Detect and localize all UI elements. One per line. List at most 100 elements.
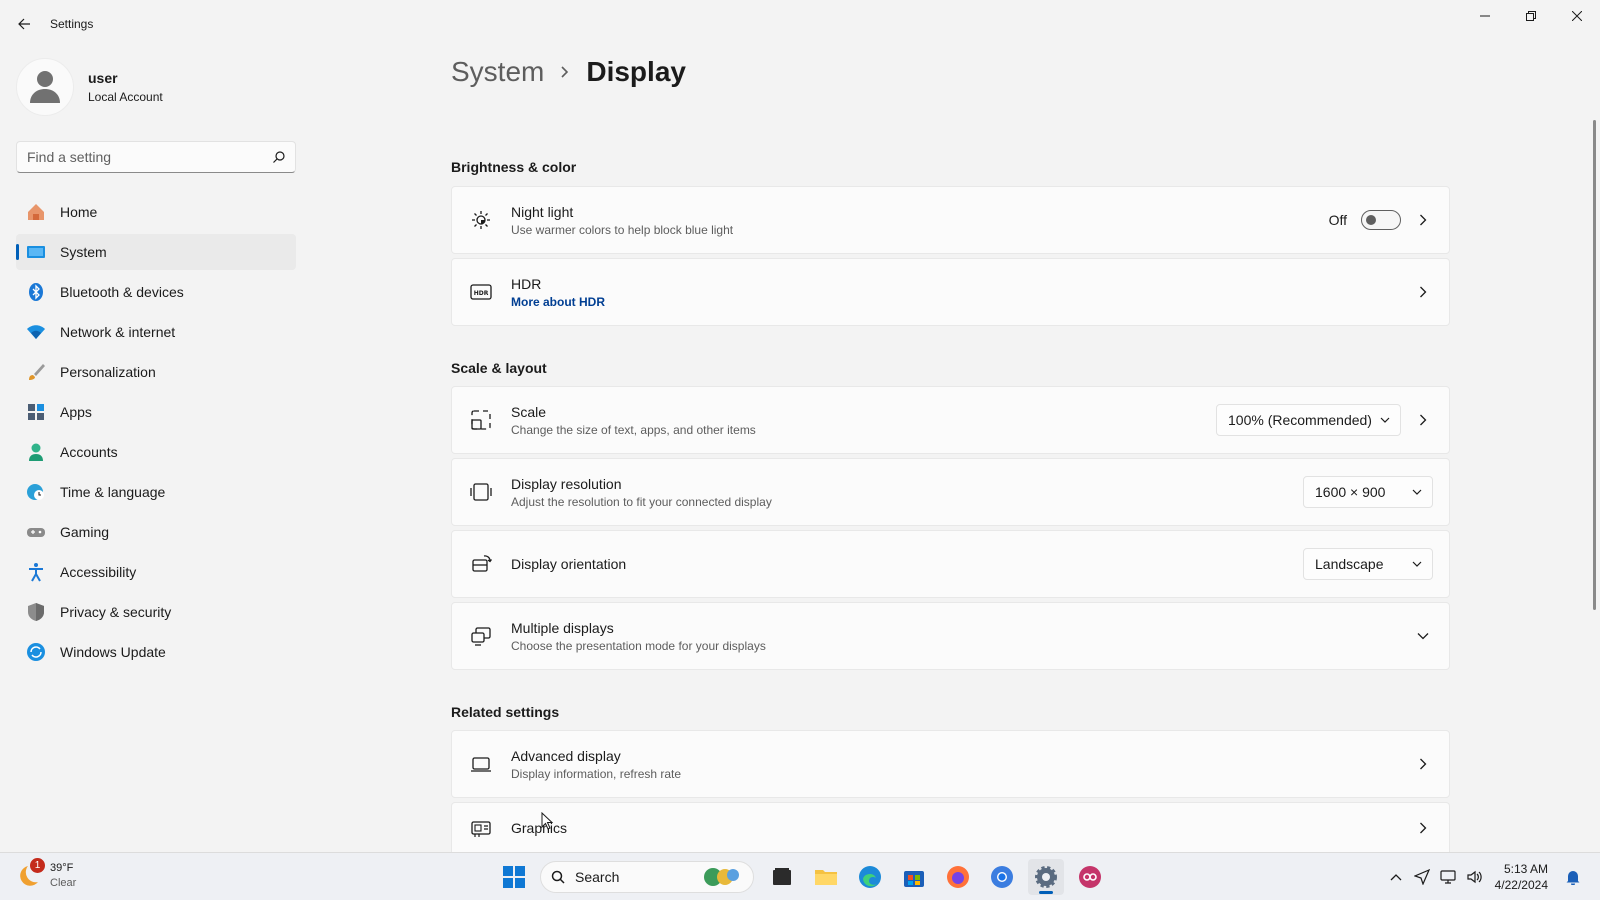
location-arrow-icon xyxy=(1413,869,1430,885)
advanced-display-row[interactable]: Advanced display Display information, re… xyxy=(451,730,1450,798)
orientation-title: Display orientation xyxy=(511,556,627,572)
folder-icon xyxy=(815,870,837,885)
store-icon xyxy=(904,871,924,887)
brush-icon xyxy=(26,362,46,382)
sidebar-item-bluetooth[interactable]: Bluetooth & devices xyxy=(16,274,296,310)
back-arrow-icon xyxy=(18,18,30,30)
resolution-subtitle: Adjust the resolution to fit your connec… xyxy=(511,494,772,509)
start-button[interactable] xyxy=(496,859,532,895)
sidebar-item-home[interactable]: Home xyxy=(16,194,296,230)
sidebar-item-accessibility[interactable]: Accessibility xyxy=(16,554,296,590)
bluetooth-icon xyxy=(26,282,46,302)
volume-tray-button[interactable] xyxy=(1461,862,1487,892)
notifications-button[interactable] xyxy=(1560,862,1586,892)
system-icon xyxy=(26,242,46,262)
restore-button[interactable] xyxy=(1508,0,1554,32)
orientation-dropdown[interactable]: Landscape xyxy=(1303,548,1433,580)
night-light-subtitle: Use warmer colors to help block blue lig… xyxy=(511,222,734,237)
user-profile[interactable]: user Local Account xyxy=(16,58,163,116)
chevron-down-icon xyxy=(1412,489,1422,495)
recording-app-button[interactable] xyxy=(1072,859,1108,895)
apps-icon xyxy=(26,402,46,422)
multiple-displays-row[interactable]: Multiple displays Choose the presentatio… xyxy=(451,602,1450,670)
sidebar-item-label: Accounts xyxy=(60,444,118,460)
chrome-button[interactable] xyxy=(984,859,1020,895)
sidebar-item-system[interactable]: System xyxy=(16,234,296,270)
tray-overflow-button[interactable] xyxy=(1383,862,1409,892)
window-controls xyxy=(1462,0,1600,32)
resolution-dropdown-value: 1600 × 900 xyxy=(1315,484,1386,500)
file-explorer-button[interactable] xyxy=(808,859,844,895)
hdr-title: HDR xyxy=(511,275,542,292)
speaker-icon xyxy=(1467,870,1482,884)
night-light-toggle-label: Off xyxy=(1328,212,1347,228)
weather-widget[interactable]: 1 39°F Clear xyxy=(18,858,76,891)
edge-button[interactable] xyxy=(852,859,888,895)
hdr-row[interactable]: HDR HDR More about HDR xyxy=(451,258,1450,326)
clock-date: 4/22/2024 xyxy=(1494,878,1548,892)
vertical-scrollbar[interactable] xyxy=(1593,120,1596,610)
minimize-icon xyxy=(1480,15,1490,17)
scale-title: Scale xyxy=(511,403,547,420)
night-light-title: Night light xyxy=(511,203,574,220)
chevron-right-icon xyxy=(1411,280,1435,304)
accounts-icon xyxy=(26,442,46,462)
back-button[interactable] xyxy=(12,12,36,36)
weather-badge: 1 xyxy=(30,858,45,873)
sidebar-item-label: Windows Update xyxy=(60,644,166,660)
store-button[interactable] xyxy=(896,859,932,895)
settings-app-button[interactable] xyxy=(1028,859,1064,895)
resolution-dropdown[interactable]: 1600 × 900 xyxy=(1303,476,1433,508)
system-tray: 5:13 AM 4/22/2024 xyxy=(1383,861,1586,893)
night-light-row[interactable]: Night light Use warmer colors to help bl… xyxy=(451,186,1450,254)
firefox-button[interactable] xyxy=(940,859,976,895)
sidebar-item-personalization[interactable]: Personalization xyxy=(16,354,296,390)
brightness-icon xyxy=(469,208,493,232)
sidebar-item-accounts[interactable]: Accounts xyxy=(16,434,296,470)
search-icon xyxy=(273,151,285,163)
edge-browser-icon xyxy=(859,866,881,888)
section-title-brightness: Brightness & color xyxy=(451,159,577,175)
search-highlight-icon xyxy=(704,868,739,886)
section-title-related: Related settings xyxy=(451,704,560,720)
sidebar-item-gaming[interactable]: Gaming xyxy=(16,514,296,550)
sidebar-item-label: Network & internet xyxy=(60,324,176,340)
minimize-button[interactable] xyxy=(1462,0,1508,32)
close-button[interactable] xyxy=(1554,0,1600,32)
taskbar-search[interactable]: Search xyxy=(540,861,754,893)
search-icon xyxy=(551,870,565,884)
sidebar-item-windows-update[interactable]: Windows Update xyxy=(16,634,296,670)
scale-dropdown[interactable]: 100% (Recommended) xyxy=(1216,404,1401,436)
breadcrumb-parent[interactable]: System xyxy=(451,56,544,88)
avatar xyxy=(16,58,74,116)
network-tray-button[interactable] xyxy=(1435,862,1461,892)
task-view-button[interactable] xyxy=(764,859,800,895)
scale-row[interactable]: Scale Change the size of text, apps, and… xyxy=(451,386,1450,454)
gamepad-icon xyxy=(26,522,46,542)
sidebar-item-time-language[interactable]: Time & language xyxy=(16,474,296,510)
sidebar-item-apps[interactable]: Apps xyxy=(16,394,296,430)
settings-search-input[interactable] xyxy=(27,149,273,165)
scale-icon xyxy=(469,408,493,432)
sidebar-item-label: Time & language xyxy=(60,484,166,500)
taskbar-clock[interactable]: 5:13 AM 4/22/2024 xyxy=(1495,861,1548,893)
chevron-down-icon xyxy=(1380,417,1390,423)
chevron-down-icon[interactable] xyxy=(1411,624,1435,648)
graphics-row[interactable]: Graphics xyxy=(451,802,1450,852)
breadcrumb: System Display xyxy=(451,56,686,88)
chrome-icon xyxy=(991,866,1013,888)
home-icon xyxy=(26,202,46,222)
update-icon xyxy=(26,642,46,662)
sidebar-item-privacy[interactable]: Privacy & security xyxy=(16,594,296,630)
display-orientation-row: Display orientation Landscape xyxy=(451,530,1450,598)
settings-search-box[interactable] xyxy=(16,141,296,173)
clock-time: 5:13 AM xyxy=(1503,862,1548,876)
person-icon xyxy=(30,71,60,103)
gear-icon xyxy=(1035,866,1057,888)
location-tray-button[interactable] xyxy=(1409,862,1435,892)
night-light-toggle[interactable] xyxy=(1361,210,1401,230)
hdr-more-link[interactable]: More about HDR xyxy=(511,295,1401,309)
mouse-cursor-icon xyxy=(541,812,553,830)
sidebar-item-label: Accessibility xyxy=(60,564,137,580)
sidebar-item-network[interactable]: Network & internet xyxy=(16,314,296,350)
